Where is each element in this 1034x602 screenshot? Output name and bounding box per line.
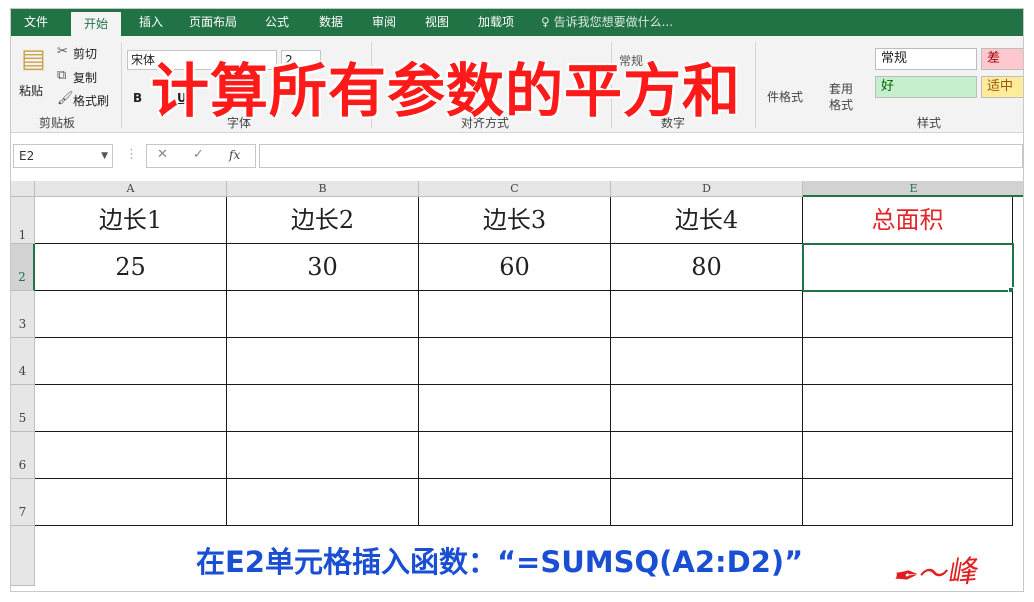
cell-c3[interactable] [419,291,611,338]
cell-c2[interactable]: 60 [419,244,611,291]
cell-b6[interactable] [227,432,419,479]
copy-icon: ⧉ [57,68,67,83]
cell-d2[interactable]: 80 [611,244,803,291]
cut-button[interactable]: 剪切 [73,45,97,62]
cell-d7[interactable] [611,479,803,526]
tab-file[interactable]: 文件 [11,9,61,36]
cell-e4[interactable] [803,338,1013,385]
row-header-3[interactable]: 3 [11,291,35,338]
format-as-table-button-line2[interactable]: 格式 [829,96,853,113]
brush-icon: 🖌 [57,91,74,106]
excel-window: 文件 开始 插入 页面布局 公式 数据 审阅 视图 加载项 ♀ 告诉我您想要做什… [10,8,1024,592]
tab-home[interactable]: 开始 [71,12,121,36]
column-header-d[interactable]: D [611,181,803,197]
cell-d6[interactable] [611,432,803,479]
cell-d3[interactable] [611,291,803,338]
instruction-caption: 在E2单元格插入函数：“=SUMSQ(A2:D2)” [196,545,804,579]
overlay-title: 计算所有参数的平方和 [151,57,742,125]
tab-formulas[interactable]: 公式 [254,9,300,36]
name-box[interactable]: E2 ▼ [13,144,113,168]
insert-function-icon[interactable]: fx [229,148,240,162]
row-header-6[interactable]: 6 [11,432,35,479]
cell-b2[interactable]: 30 [227,244,419,291]
cell-e3[interactable] [803,291,1013,338]
more-dots-icon: ⋮ [125,147,138,162]
cell-d4[interactable] [611,338,803,385]
tab-review[interactable]: 审阅 [362,9,406,36]
formula-input[interactable] [259,144,1023,168]
cell-a6[interactable] [35,432,227,479]
cell-b3[interactable] [227,291,419,338]
style-good[interactable]: 好 [875,76,977,98]
tab-insert[interactable]: 插入 [129,9,173,36]
tab-data[interactable]: 数据 [308,9,354,36]
select-all-corner[interactable] [11,181,35,197]
cell-e6[interactable] [803,432,1013,479]
column-header-c[interactable]: C [419,181,611,197]
divider [121,42,122,128]
cell-b5[interactable] [227,385,419,432]
cell-c4[interactable] [419,338,611,385]
worksheet-grid: A B C D E 1 2 3 4 5 6 7 边长1 边长2 边长3 边长4 … [11,181,1023,591]
author-signature-image: ✒〜峰 [890,554,978,592]
cell-d1[interactable]: 边长4 [611,197,803,244]
style-neutral[interactable]: 适中 [981,76,1023,98]
cell-c7[interactable] [419,479,611,526]
cell-a5[interactable] [35,385,227,432]
format-as-table-button[interactable]: 套用 [829,80,853,97]
cancel-icon[interactable]: ✕ [157,147,168,162]
bold-button[interactable]: B [133,91,142,105]
row-header-7[interactable]: 7 [11,479,35,526]
conditional-formatting-button[interactable]: 件格式 [767,88,803,105]
format-painter-button[interactable]: 格式刷 [73,92,109,109]
cell-c1[interactable]: 边长3 [419,197,611,244]
lightbulb-icon: ♀ [541,15,554,29]
cell-a3[interactable] [35,291,227,338]
row-header-1[interactable]: 1 [11,197,35,244]
tell-me-search[interactable]: ♀ 告诉我您想要做什么... [541,9,673,36]
column-header-a[interactable]: A [35,181,227,197]
formula-bar: E2 ▼ ⋮ ✕ ✓ fx [11,133,1023,179]
style-bad[interactable]: 差 [981,48,1023,70]
row-header-5[interactable]: 5 [11,385,35,432]
cell-a1[interactable]: 边长1 [35,197,227,244]
row-header-2[interactable]: 2 [11,244,35,291]
cell-d5[interactable] [611,385,803,432]
tab-addins[interactable]: 加载项 [467,9,525,36]
tab-view[interactable]: 视图 [415,9,459,36]
paste-button[interactable]: 粘贴 [19,82,43,99]
copy-button[interactable]: 复制 [73,69,97,86]
cell-e2[interactable] [802,243,1014,292]
paste-icon[interactable]: ▤ [21,44,46,74]
styles-group-label: 样式 [917,116,942,130]
scissors-icon: ✂ [57,44,68,59]
cell-a4[interactable] [35,338,227,385]
row-header-8[interactable] [11,526,35,586]
row-header-4[interactable]: 4 [11,338,35,385]
cell-b4[interactable] [227,338,419,385]
chevron-down-icon: ▼ [101,151,108,161]
cell-e1[interactable]: 总面积 [803,197,1013,244]
enter-icon[interactable]: ✓ [193,147,204,162]
cell-e7[interactable] [803,479,1013,526]
column-header-b[interactable]: B [227,181,419,197]
divider [755,42,756,128]
style-normal[interactable]: 常规 [875,48,977,70]
cell-c5[interactable] [419,385,611,432]
cell-b1[interactable]: 边长2 [227,197,419,244]
cell-c6[interactable] [419,432,611,479]
column-header-e[interactable]: E [803,181,1023,197]
clipboard-group-label: 剪贴板 [39,116,76,130]
cell-a2[interactable]: 25 [35,244,227,291]
cell-e5[interactable] [803,385,1013,432]
ribbon-tab-bar: 文件 开始 插入 页面布局 公式 数据 审阅 视图 加载项 ♀ 告诉我您想要做什… [11,9,1023,36]
tab-page-layout[interactable]: 页面布局 [181,9,245,36]
formula-buttons: ✕ ✓ fx [146,144,256,168]
cell-a7[interactable] [35,479,227,526]
cell-b7[interactable] [227,479,419,526]
